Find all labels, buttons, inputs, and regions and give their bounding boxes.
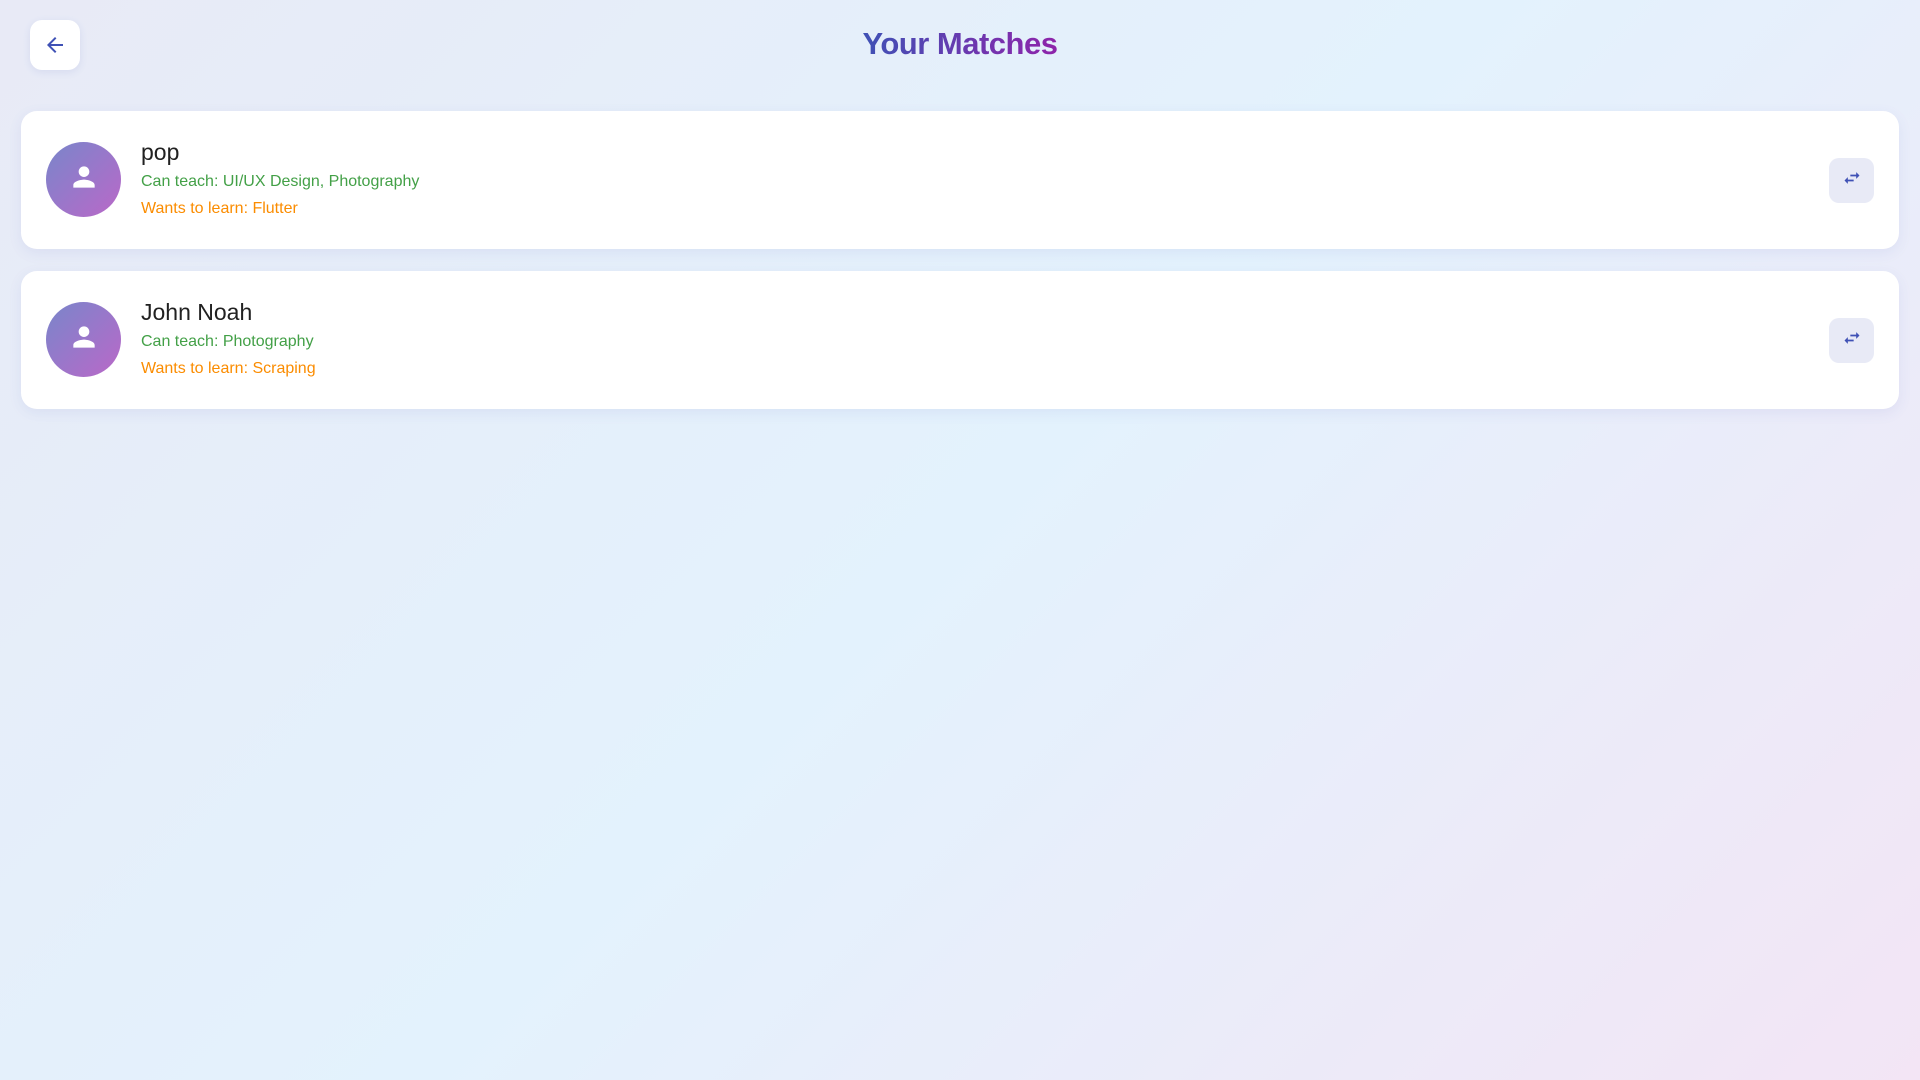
can-teach-text: Can teach: Photography bbox=[141, 333, 314, 350]
avatar bbox=[46, 142, 121, 217]
match-info: John Noah Can teach: Photography Wants t… bbox=[141, 297, 316, 380]
page-title: Your Matches bbox=[862, 26, 1058, 61]
match-card[interactable]: pop Can teach: UI/UX Design, Photography… bbox=[21, 111, 1899, 249]
swap-button[interactable] bbox=[1829, 318, 1874, 363]
swap-icon bbox=[1842, 168, 1862, 193]
match-name: pop bbox=[141, 139, 180, 165]
wants-to-learn-text: Wants to learn: Flutter bbox=[141, 200, 298, 217]
person-icon bbox=[68, 161, 100, 198]
can-teach-text: Can teach: UI/UX Design, Photography bbox=[141, 173, 420, 190]
avatar bbox=[46, 302, 121, 377]
header: Your Matches bbox=[0, 0, 1920, 90]
match-info: pop Can teach: UI/UX Design, Photography… bbox=[141, 137, 419, 220]
match-list: pop Can teach: UI/UX Design, Photography… bbox=[21, 111, 1899, 431]
swap-icon bbox=[1842, 328, 1862, 353]
match-card[interactable]: John Noah Can teach: Photography Wants t… bbox=[21, 271, 1899, 409]
wants-to-learn-text: Wants to learn: Scraping bbox=[141, 360, 316, 377]
person-icon bbox=[68, 321, 100, 358]
app-root: Your Matches pop Can teach: UI/UX Design… bbox=[0, 0, 1920, 1080]
swap-button[interactable] bbox=[1829, 158, 1874, 203]
match-name: John Noah bbox=[141, 299, 253, 325]
